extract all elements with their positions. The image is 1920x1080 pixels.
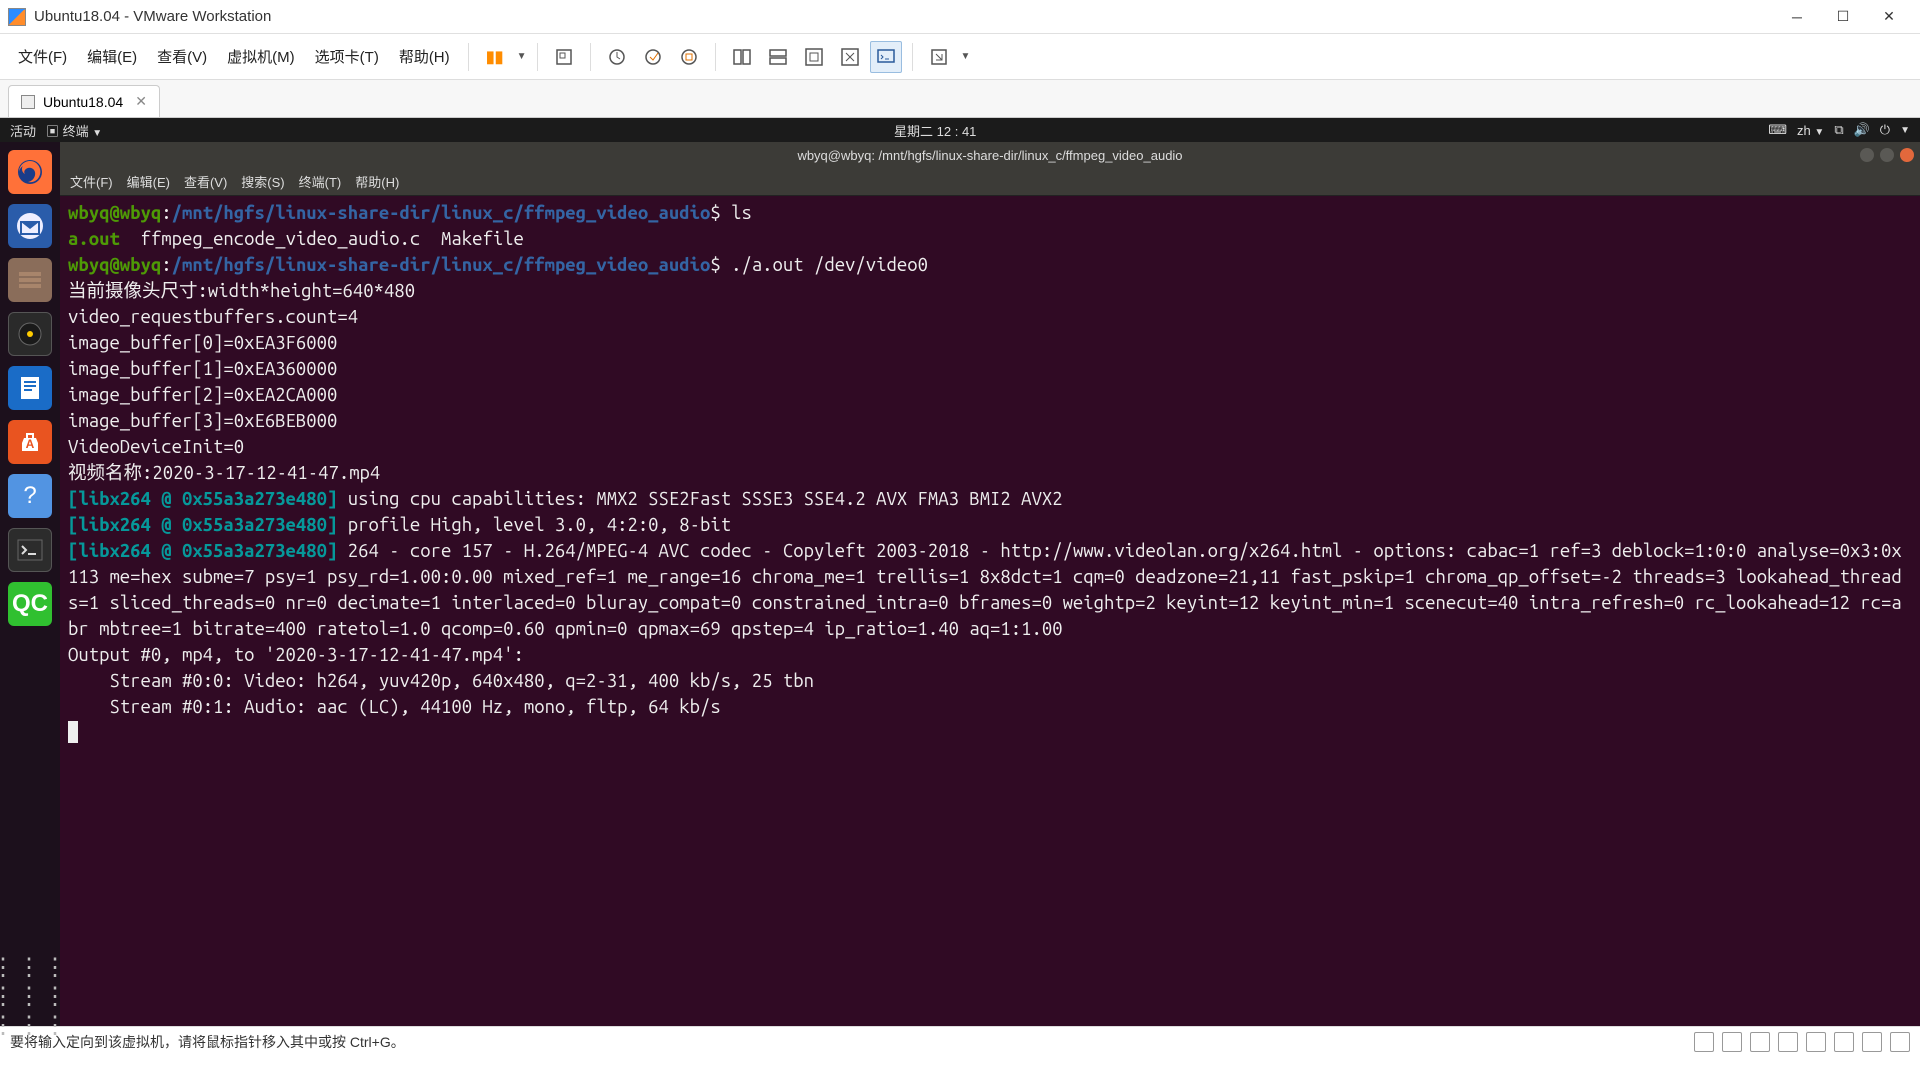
snapshot-manager-button[interactable] [637,41,669,73]
terminal-icon: ▣ [46,124,59,139]
vmware-menubar: 文件(F) 编辑(E) 查看(V) 虚拟机(M) 选项卡(T) 帮助(H) ▮▮… [0,34,1920,80]
menu-edit[interactable]: 编辑(E) [79,42,145,71]
status-printer-icon[interactable] [1834,1032,1854,1052]
svg-text:A: A [26,437,35,451]
status-sound-icon[interactable] [1806,1032,1826,1052]
vmware-app-icon [8,8,26,26]
monitor-icon [21,95,35,109]
fullscreen-button[interactable] [798,41,830,73]
minimize-button[interactable]: ─ [1774,1,1820,33]
view-single-button[interactable] [726,41,758,73]
terminal-menubar: 文件(F) 编辑(E) 查看(V) 搜索(S) 终端(T) 帮助(H) [60,168,1920,196]
language-indicator[interactable]: zh ▼ [1797,123,1824,138]
keyboard-indicator-icon[interactable]: ⌨ [1768,122,1787,138]
vm-guest-area[interactable]: 活动 ▣ 终端 ▼ 星期二 12 : 41 ⌨ zh ▼ ⧉ 🔊 ⏻ ▼ [0,118,1920,1026]
dock-qtcreator[interactable]: QC [8,582,52,626]
terminal-titlebar[interactable]: wbyq@wbyq: /mnt/hgfs/linux-share-dir/lin… [60,142,1920,168]
vmware-titlebar: Ubuntu18.04 - VMware Workstation ─ ☐ ✕ [0,0,1920,34]
term-menu-search[interactable]: 搜索(S) [241,172,284,191]
dock-ubuntu-software[interactable]: A [8,420,52,464]
terminal-window: wbyq@wbyq: /mnt/hgfs/linux-share-dir/lin… [60,142,1920,1026]
unity-button[interactable] [834,41,866,73]
terminal-window-title: wbyq@wbyq: /mnt/hgfs/linux-share-dir/lin… [797,148,1182,163]
chevron-down-icon[interactable]: ▼ [961,51,971,62]
window-maximize-icon[interactable] [1880,148,1894,162]
dock-terminal[interactable] [8,528,52,572]
dock-firefox[interactable] [8,150,52,194]
menu-view[interactable]: 查看(V) [149,42,215,71]
status-message-icon[interactable] [1890,1032,1910,1052]
window-minimize-icon[interactable] [1860,148,1874,162]
statusbar-hint: 要将输入定向到该虚拟机，请将鼠标指针移入其中或按 Ctrl+G。 [10,1032,405,1052]
dock-help[interactable]: ? [8,474,52,518]
power-icon[interactable]: ⏻ [1880,122,1890,138]
send-ctrlaltdel-button[interactable] [548,41,580,73]
dock-rhythmbox[interactable] [8,312,52,356]
app-menu-terminal[interactable]: ▣ 终端 ▼ [46,121,102,140]
menu-help[interactable]: 帮助(H) [391,42,458,71]
close-icon[interactable]: ✕ [135,93,147,110]
vm-tab[interactable]: Ubuntu18.04 ✕ [8,85,160,117]
term-menu-edit[interactable]: 编辑(E) [127,172,170,191]
chevron-down-icon[interactable]: ▼ [517,51,527,62]
dock-libreoffice-writer[interactable] [8,366,52,410]
term-menu-help[interactable]: 帮助(H) [355,172,399,191]
dock-thunderbird[interactable] [8,204,52,248]
network-icon[interactable]: ⧉ [1834,122,1843,138]
chevron-down-icon: ▼ [92,128,102,139]
vmware-title: Ubuntu18.04 - VMware Workstation [34,8,1774,25]
clock[interactable]: 星期二 12 : 41 [112,121,1758,140]
activities-button[interactable]: 活动 [10,121,36,140]
term-menu-view[interactable]: 查看(V) [184,172,227,191]
window-close-icon[interactable] [1900,148,1914,162]
vm-tab-label: Ubuntu18.04 [43,94,123,110]
status-usb-icon[interactable] [1778,1032,1798,1052]
chevron-down-icon[interactable]: ▼ [1900,125,1910,136]
stretch-guest-button[interactable] [923,41,955,73]
close-button[interactable]: ✕ [1866,1,1912,33]
pause-button[interactable]: ▮▮ [479,41,511,73]
status-cdrom-icon[interactable] [1722,1032,1742,1052]
term-menu-terminal[interactable]: 终端(T) [299,172,342,191]
menu-file[interactable]: 文件(F) [10,42,75,71]
ubuntu-dock: A ? QC ⋮⋮⋮⋮⋮⋮⋮⋮⋮ [0,142,60,1026]
vmware-statusbar: 要将输入定向到该虚拟机，请将鼠标指针移入其中或按 Ctrl+G。 [0,1026,1920,1056]
maximize-button[interactable]: ☐ [1820,1,1866,33]
status-harddisk-icon[interactable] [1694,1032,1714,1052]
volume-icon[interactable]: 🔊 [1854,122,1870,138]
menu-tabs[interactable]: 选项卡(T) [307,42,387,71]
console-view-button[interactable] [870,41,902,73]
status-network-icon[interactable] [1750,1032,1770,1052]
dock-files[interactable] [8,258,52,302]
dock-show-applications[interactable]: ⋮⋮⋮⋮⋮⋮⋮⋮⋮ [8,974,52,1018]
terminal-cursor [68,721,78,743]
terminal-content[interactable]: wbyq@wbyq:/mnt/hgfs/linux-share-dir/linu… [60,196,1920,1026]
ubuntu-topbar: 活动 ▣ 终端 ▼ 星期二 12 : 41 ⌨ zh ▼ ⧉ 🔊 ⏻ ▼ [0,118,1920,142]
app-menu-label: 终端 [63,124,89,139]
view-split-button[interactable] [762,41,794,73]
term-menu-file[interactable]: 文件(F) [70,172,113,191]
menu-vm[interactable]: 虚拟机(M) [219,42,303,71]
snapshot-revert-button[interactable] [673,41,705,73]
status-display-icon[interactable] [1862,1032,1882,1052]
snapshot-button[interactable] [601,41,633,73]
vmware-tabbar: Ubuntu18.04 ✕ [0,80,1920,118]
